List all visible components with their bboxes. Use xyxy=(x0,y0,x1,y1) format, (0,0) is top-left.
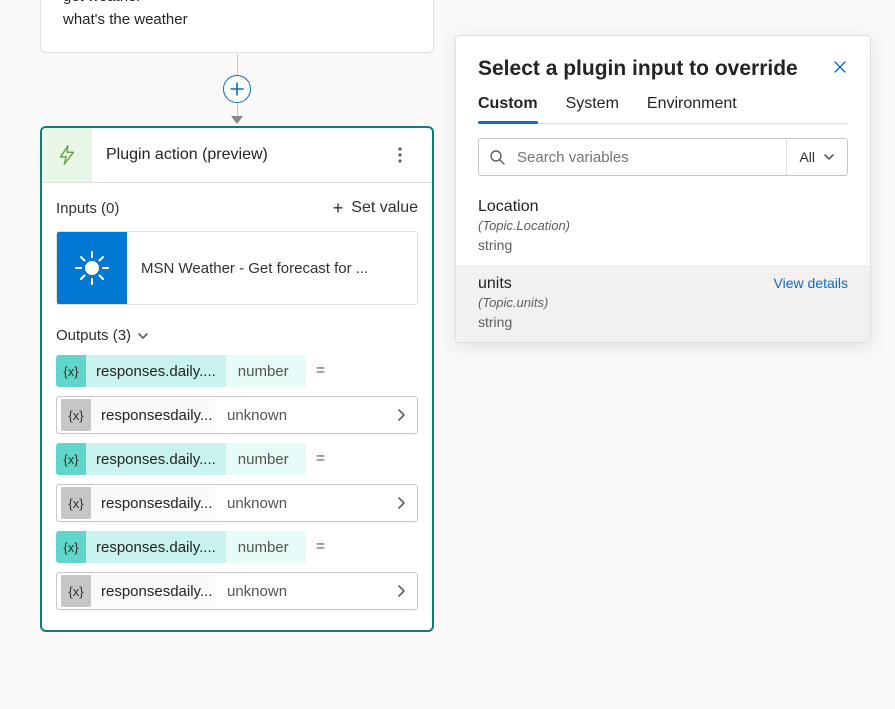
search-icon xyxy=(479,149,515,165)
expression-name: responsesdaily... xyxy=(91,575,215,607)
panel-tabs: Custom System Environment xyxy=(478,95,848,124)
output-variable-pill[interactable]: {x} responses.daily.... number xyxy=(56,355,306,387)
expression-type: unknown xyxy=(215,575,299,607)
expression-picker[interactable]: {x} responsesdaily... unknown xyxy=(56,396,418,434)
expression-type: unknown xyxy=(215,487,299,519)
tab-system[interactable]: System xyxy=(566,95,619,123)
variable-chip-icon: {x} xyxy=(61,487,91,519)
result-path: (Topic.units) xyxy=(478,295,848,310)
card-header: Plugin action (preview) xyxy=(42,128,432,182)
set-value-label: Set value xyxy=(351,199,418,217)
inputs-header: Inputs (0) xyxy=(56,200,119,217)
plugin-icon xyxy=(42,128,92,182)
arrow-down-icon xyxy=(231,116,243,124)
plugin-item-label: MSN Weather - Get forecast for ... xyxy=(127,260,382,277)
expression-type: unknown xyxy=(215,399,299,431)
card-title: Plugin action (preview) xyxy=(92,146,398,164)
tab-custom[interactable]: Custom xyxy=(478,95,538,123)
close-icon xyxy=(832,59,848,75)
variable-result-item[interactable]: Location (Topic.Location) string xyxy=(456,188,870,265)
variable-name: responses.daily.... xyxy=(86,355,226,387)
output-expression-row: {x} responsesdaily... unknown xyxy=(56,396,418,434)
expression-picker[interactable]: {x} responsesdaily... unknown xyxy=(56,484,418,522)
card-body: Inputs (0) + Set value xyxy=(42,182,432,630)
outputs-header[interactable]: Outputs (3) xyxy=(56,327,418,344)
equals-sign: = xyxy=(316,362,325,380)
result-name: Location xyxy=(478,198,848,216)
input-override-panel: Select a plugin input to override Custom… xyxy=(455,35,871,343)
variable-chip-icon: {x} xyxy=(56,355,86,387)
search-variables-field[interactable]: All xyxy=(478,138,848,176)
equals-sign: = xyxy=(316,538,325,556)
trigger-line: get weather xyxy=(63,0,411,8)
variable-chip-icon: {x} xyxy=(56,531,86,563)
output-variable-pill[interactable]: {x} responses.daily.... number xyxy=(56,531,306,563)
result-type: string xyxy=(478,314,848,330)
weather-tile xyxy=(57,231,127,305)
chevron-right-icon xyxy=(385,584,417,598)
output-row: {x} responses.daily.... number = xyxy=(56,352,418,390)
plugin-connector-item[interactable]: MSN Weather - Get forecast for ... xyxy=(56,231,418,305)
variable-chip-icon: {x} xyxy=(61,399,91,431)
variable-type: number xyxy=(226,355,306,387)
variable-name: responses.daily.... xyxy=(86,443,226,475)
trigger-phrase-card[interactable]: get weather what's the weather xyxy=(40,0,434,53)
result-type: string xyxy=(478,237,848,253)
output-expression-row: {x} responsesdaily... unknown xyxy=(56,572,418,610)
plugin-action-card[interactable]: Plugin action (preview) Inputs (0) + Set… xyxy=(40,126,434,632)
output-row: {x} responses.daily.... number = xyxy=(56,440,418,478)
plus-icon xyxy=(230,82,244,96)
sun-icon xyxy=(72,248,112,288)
trigger-line: what's the weather xyxy=(63,8,411,31)
chevron-down-icon xyxy=(823,151,835,163)
kebab-icon xyxy=(398,147,402,163)
close-button[interactable] xyxy=(832,56,848,75)
equals-sign: = xyxy=(316,450,325,468)
expression-picker[interactable]: {x} responsesdaily... unknown xyxy=(56,572,418,610)
output-row: {x} responses.daily.... number = xyxy=(56,528,418,566)
variable-name: responses.daily.... xyxy=(86,531,226,563)
output-variable-pill[interactable]: {x} responses.daily.... number xyxy=(56,443,306,475)
view-details-link[interactable]: View details xyxy=(774,275,848,291)
chevron-down-icon xyxy=(137,330,149,342)
output-expression-row: {x} responsesdaily... unknown xyxy=(56,484,418,522)
panel-title: Select a plugin input to override xyxy=(478,56,798,81)
card-overflow-menu[interactable] xyxy=(398,147,432,163)
chevron-right-icon xyxy=(385,496,417,510)
variable-result-item[interactable]: units (Topic.units) string View details xyxy=(456,265,870,342)
result-path: (Topic.Location) xyxy=(478,218,848,233)
variable-type: number xyxy=(226,531,306,563)
tab-environment[interactable]: Environment xyxy=(647,95,737,123)
variable-results: Location (Topic.Location) string units (… xyxy=(456,188,870,342)
lightning-icon xyxy=(56,144,78,166)
outputs-label-text: Outputs (3) xyxy=(56,327,131,344)
expression-name: responsesdaily... xyxy=(91,399,215,431)
add-node-button[interactable] xyxy=(223,75,251,103)
expression-name: responsesdaily... xyxy=(91,487,215,519)
set-value-button[interactable]: + Set value xyxy=(333,199,418,217)
filter-all-dropdown[interactable]: All xyxy=(786,139,847,175)
variable-chip-icon: {x} xyxy=(61,575,91,607)
variable-chip-icon: {x} xyxy=(56,443,86,475)
filter-all-label: All xyxy=(799,149,815,165)
plus-icon: + xyxy=(333,199,344,217)
search-input[interactable] xyxy=(515,148,786,167)
variable-type: number xyxy=(226,443,306,475)
chevron-right-icon xyxy=(385,408,417,422)
